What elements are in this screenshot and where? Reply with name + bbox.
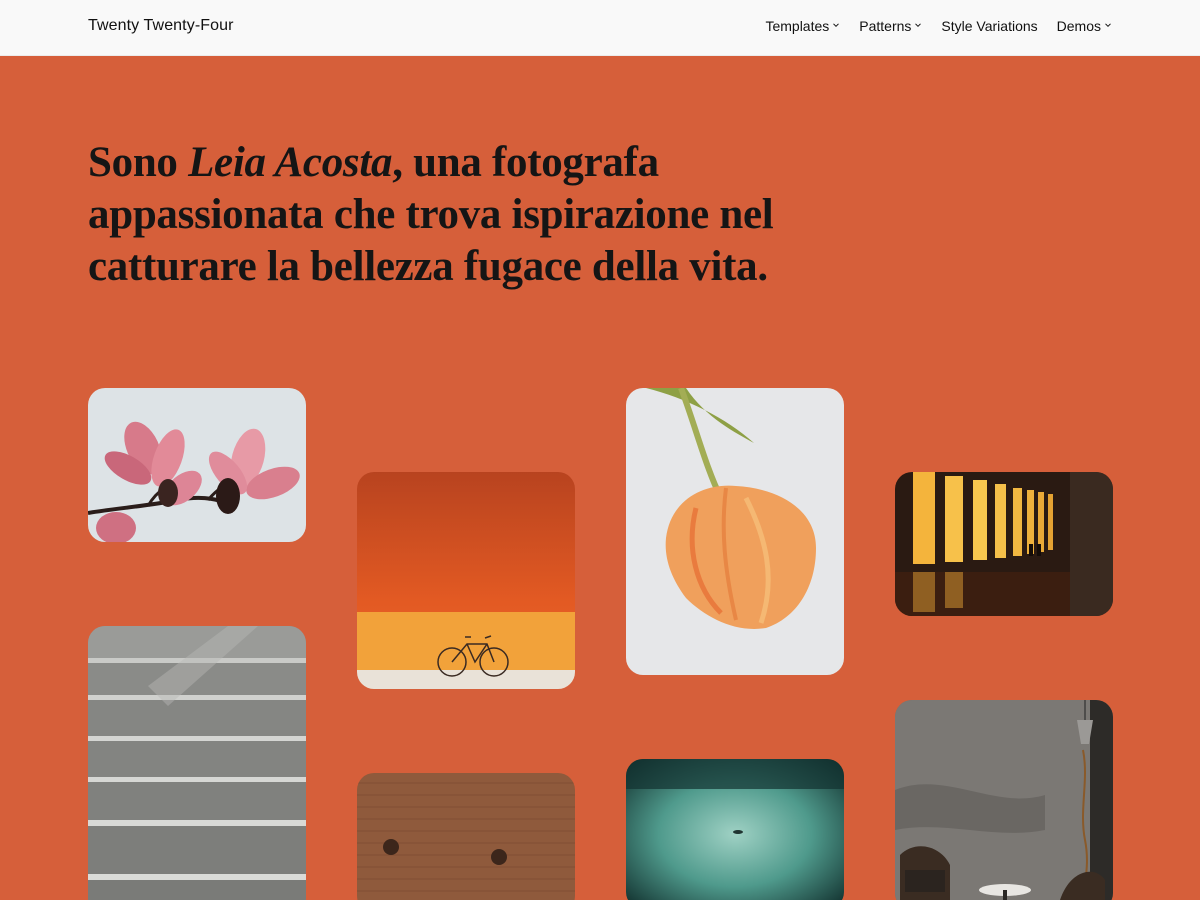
interior-image xyxy=(895,700,1113,900)
chevron-down-icon xyxy=(1105,23,1111,28)
nav-label-templates: Templates xyxy=(765,18,830,34)
nav-label-style-variations: Style Variations xyxy=(941,18,1038,34)
nav-item-patterns[interactable]: Patterns xyxy=(859,18,922,34)
hero-rest-line1: , una fotografa xyxy=(392,139,659,186)
gallery-image-corridor[interactable] xyxy=(895,472,1113,616)
tulip-image xyxy=(626,388,844,675)
chevron-down-icon xyxy=(915,23,922,28)
gallery-image-orange-wall[interactable] xyxy=(357,472,575,689)
nav-item-templates[interactable]: Templates xyxy=(765,18,840,34)
orange-wall-image xyxy=(357,472,575,689)
site-title-link[interactable]: Twenty Twenty-Four xyxy=(88,17,234,35)
gallery-image-stairs[interactable] xyxy=(88,626,306,900)
chevron-down-icon xyxy=(833,23,840,28)
nav-item-demos[interactable]: Demos xyxy=(1057,18,1112,34)
corridor-image xyxy=(895,472,1113,616)
nav-label-demos: Demos xyxy=(1056,18,1101,34)
gallery-image-magnolia[interactable] xyxy=(88,388,306,542)
gallery-image-tulip[interactable] xyxy=(626,388,844,675)
nav-item-style-variations[interactable]: Style Variations xyxy=(941,18,1037,34)
magnolia-image xyxy=(88,388,306,542)
hero-name: Leia Acosta xyxy=(188,139,393,186)
hero-heading: Sono Leia Acosta, una fotografa appassion… xyxy=(88,137,788,293)
water-image xyxy=(626,759,844,900)
site-header: Twenty Twenty-Four Templates Patterns St… xyxy=(0,0,1200,56)
hero-line3: catturare la bellezza fugace della vita. xyxy=(88,243,768,290)
gallery-image-water[interactable] xyxy=(626,759,844,900)
hero-line2: appassionata che trova ispirazione nel xyxy=(88,191,774,238)
nav-label-patterns: Patterns xyxy=(859,18,912,34)
brick-image xyxy=(357,773,575,900)
gallery-image-brick[interactable] xyxy=(357,773,575,900)
main-navigation: Templates Patterns Style Variations Demo… xyxy=(765,18,1112,34)
hero-prefix: Sono xyxy=(88,139,189,186)
gallery-image-interior[interactable] xyxy=(895,700,1113,900)
stairs-image xyxy=(88,626,306,900)
